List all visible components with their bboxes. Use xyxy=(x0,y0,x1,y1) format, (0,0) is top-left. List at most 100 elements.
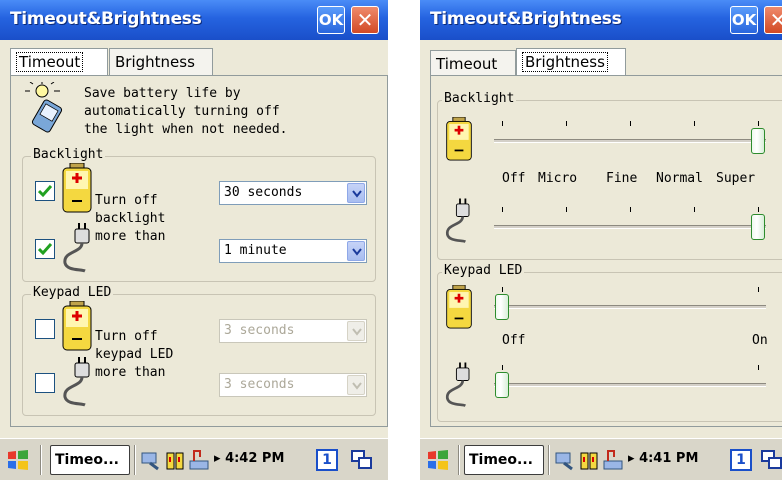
title-bar: Timeout&Brightness OK ✕ xyxy=(0,0,388,40)
backlight-ac-slider[interactable] xyxy=(494,205,766,241)
window-title: Timeout&Brightness xyxy=(430,9,622,29)
keypad-ac-slider[interactable] xyxy=(494,363,766,399)
clock[interactable]: ▸ 4:42 PM xyxy=(214,451,284,466)
backlight-battery-slider[interactable] xyxy=(494,119,766,155)
tab-brightness[interactable]: Brightness xyxy=(109,48,213,76)
slider-thumb[interactable] xyxy=(495,372,509,398)
brightness-panel: Backlight Off Micro Fine Normal Super Ke… xyxy=(430,75,782,427)
chevron-down-icon[interactable] xyxy=(347,241,365,261)
slider-tick xyxy=(694,207,695,212)
ok-button[interactable]: OK xyxy=(730,6,758,34)
description-line-2: automatically turning off xyxy=(84,104,280,119)
slider-track[interactable] xyxy=(494,139,766,143)
ok-button[interactable]: OK xyxy=(317,6,345,34)
close-button[interactable]: ✕ xyxy=(764,6,782,34)
taskbar: Timeo... ▸ 4:42 PM 1 xyxy=(0,438,388,480)
windows-start-icon[interactable] xyxy=(426,449,450,475)
input-panel-button[interactable]: 1 xyxy=(730,449,752,471)
slider-tick xyxy=(566,207,567,212)
slider-thumb[interactable] xyxy=(751,214,765,240)
scale-label-off: Off xyxy=(502,171,526,186)
keypad-ac-value: 3 seconds xyxy=(224,377,295,392)
scale-label-micro: Micro xyxy=(538,171,578,186)
keypad-led-group: Keypad LED Turn off keypad LED more than… xyxy=(22,285,376,416)
windows-switch-icon[interactable] xyxy=(760,449,782,475)
backlight-battery-checkbox[interactable] xyxy=(35,181,55,201)
keypad-battery-slider[interactable] xyxy=(494,285,766,321)
scale-label-fine: Fine xyxy=(606,171,638,186)
keypad-text-1: Turn off xyxy=(95,329,158,344)
keypad-battery-value: 3 seconds xyxy=(224,323,295,338)
description-line-1: Save battery life by xyxy=(84,86,241,101)
expand-arrow-icon: ▸ xyxy=(214,451,226,466)
slider-tick xyxy=(502,365,503,370)
slider-thumb[interactable] xyxy=(495,294,509,320)
keypad-text-2: keypad LED xyxy=(95,347,174,362)
keypad-led-group: Keypad LED Off On xyxy=(437,263,782,422)
brightness-screen: Timeout&Brightness OK ✕ Timeout Brightne… xyxy=(420,0,782,480)
taskbar-app-button[interactable]: Timeo... xyxy=(50,445,130,475)
ac-plug-icon xyxy=(442,197,478,249)
keypad-ac-select[interactable]: 3 seconds xyxy=(219,373,367,397)
usb-connection-icon[interactable] xyxy=(188,449,212,475)
taskbar-app-button[interactable]: Timeo... xyxy=(464,445,544,475)
windows-start-icon[interactable] xyxy=(6,449,30,475)
clock[interactable]: ▸ 4:41 PM xyxy=(628,451,698,466)
slider-tick xyxy=(630,121,631,126)
backlight-battery-value: 30 seconds xyxy=(224,185,303,200)
slider-thumb[interactable] xyxy=(751,128,765,154)
slider-track[interactable] xyxy=(494,305,766,309)
description-line-3: the light when not needed. xyxy=(84,122,288,137)
timeout-panel: Save battery life by automatically turni… xyxy=(10,75,388,427)
keypad-scale-label-off: Off xyxy=(502,333,526,348)
expand-arrow-icon: ▸ xyxy=(628,451,640,466)
slider-tick xyxy=(630,207,631,212)
backlight-ac-value: 1 minute xyxy=(224,243,287,258)
slider-track[interactable] xyxy=(494,383,766,387)
clock-time: 4:42 PM xyxy=(225,451,285,466)
clock-time: 4:41 PM xyxy=(639,451,699,466)
slider-tick xyxy=(566,121,567,126)
backlight-text-2: backlight xyxy=(95,211,166,226)
backlight-group-label: Backlight xyxy=(442,91,517,106)
tab-timeout[interactable]: Timeout xyxy=(430,50,516,76)
ac-plug-icon xyxy=(442,361,478,413)
close-button[interactable]: ✕ xyxy=(351,6,379,34)
battery-icon xyxy=(444,116,474,165)
keypad-text-3: more than xyxy=(95,365,166,380)
backlight-battery-select[interactable]: 30 seconds xyxy=(219,181,367,205)
keypad-scale-label-on: On xyxy=(752,333,768,348)
keypad-group-label: Keypad LED xyxy=(442,263,525,278)
battery-icon xyxy=(444,284,474,333)
slider-track[interactable] xyxy=(494,225,766,229)
chevron-down-icon[interactable] xyxy=(347,183,365,203)
keypad-ac-checkbox[interactable] xyxy=(35,373,55,393)
slider-tick xyxy=(694,121,695,126)
title-bar: Timeout&Brightness OK ✕ xyxy=(420,0,782,40)
slider-tick xyxy=(758,287,759,292)
battery-status-icon[interactable] xyxy=(578,449,600,475)
backlight-text-3: more than xyxy=(95,229,166,244)
ac-plug-icon xyxy=(59,223,99,277)
backlight-group: Backlight Off Micro Fine Normal Super xyxy=(437,91,782,260)
backlight-text-1: Turn off xyxy=(95,193,158,208)
battery-status-icon[interactable] xyxy=(164,449,186,475)
tab-brightness[interactable]: Brightness xyxy=(516,48,626,76)
slider-tick xyxy=(502,287,503,292)
tab-timeout[interactable]: Timeout xyxy=(10,48,108,76)
backlight-ac-checkbox[interactable] xyxy=(35,239,55,259)
slider-tick xyxy=(758,365,759,370)
ac-plug-icon xyxy=(59,357,99,411)
taskbar: Timeo... ▸ 4:41 PM 1 xyxy=(420,438,782,480)
backlight-ac-select[interactable]: 1 minute xyxy=(219,239,367,263)
keypad-battery-checkbox[interactable] xyxy=(35,319,55,339)
backlight-group-label: Backlight xyxy=(31,147,106,162)
slider-tick xyxy=(758,121,759,126)
input-panel-button[interactable]: 1 xyxy=(316,449,338,471)
network-icon[interactable] xyxy=(140,449,162,475)
network-icon[interactable] xyxy=(554,449,576,475)
slider-tick xyxy=(502,207,503,212)
usb-connection-icon[interactable] xyxy=(602,449,626,475)
windows-switch-icon[interactable] xyxy=(350,449,374,475)
keypad-battery-select[interactable]: 3 seconds xyxy=(219,319,367,343)
